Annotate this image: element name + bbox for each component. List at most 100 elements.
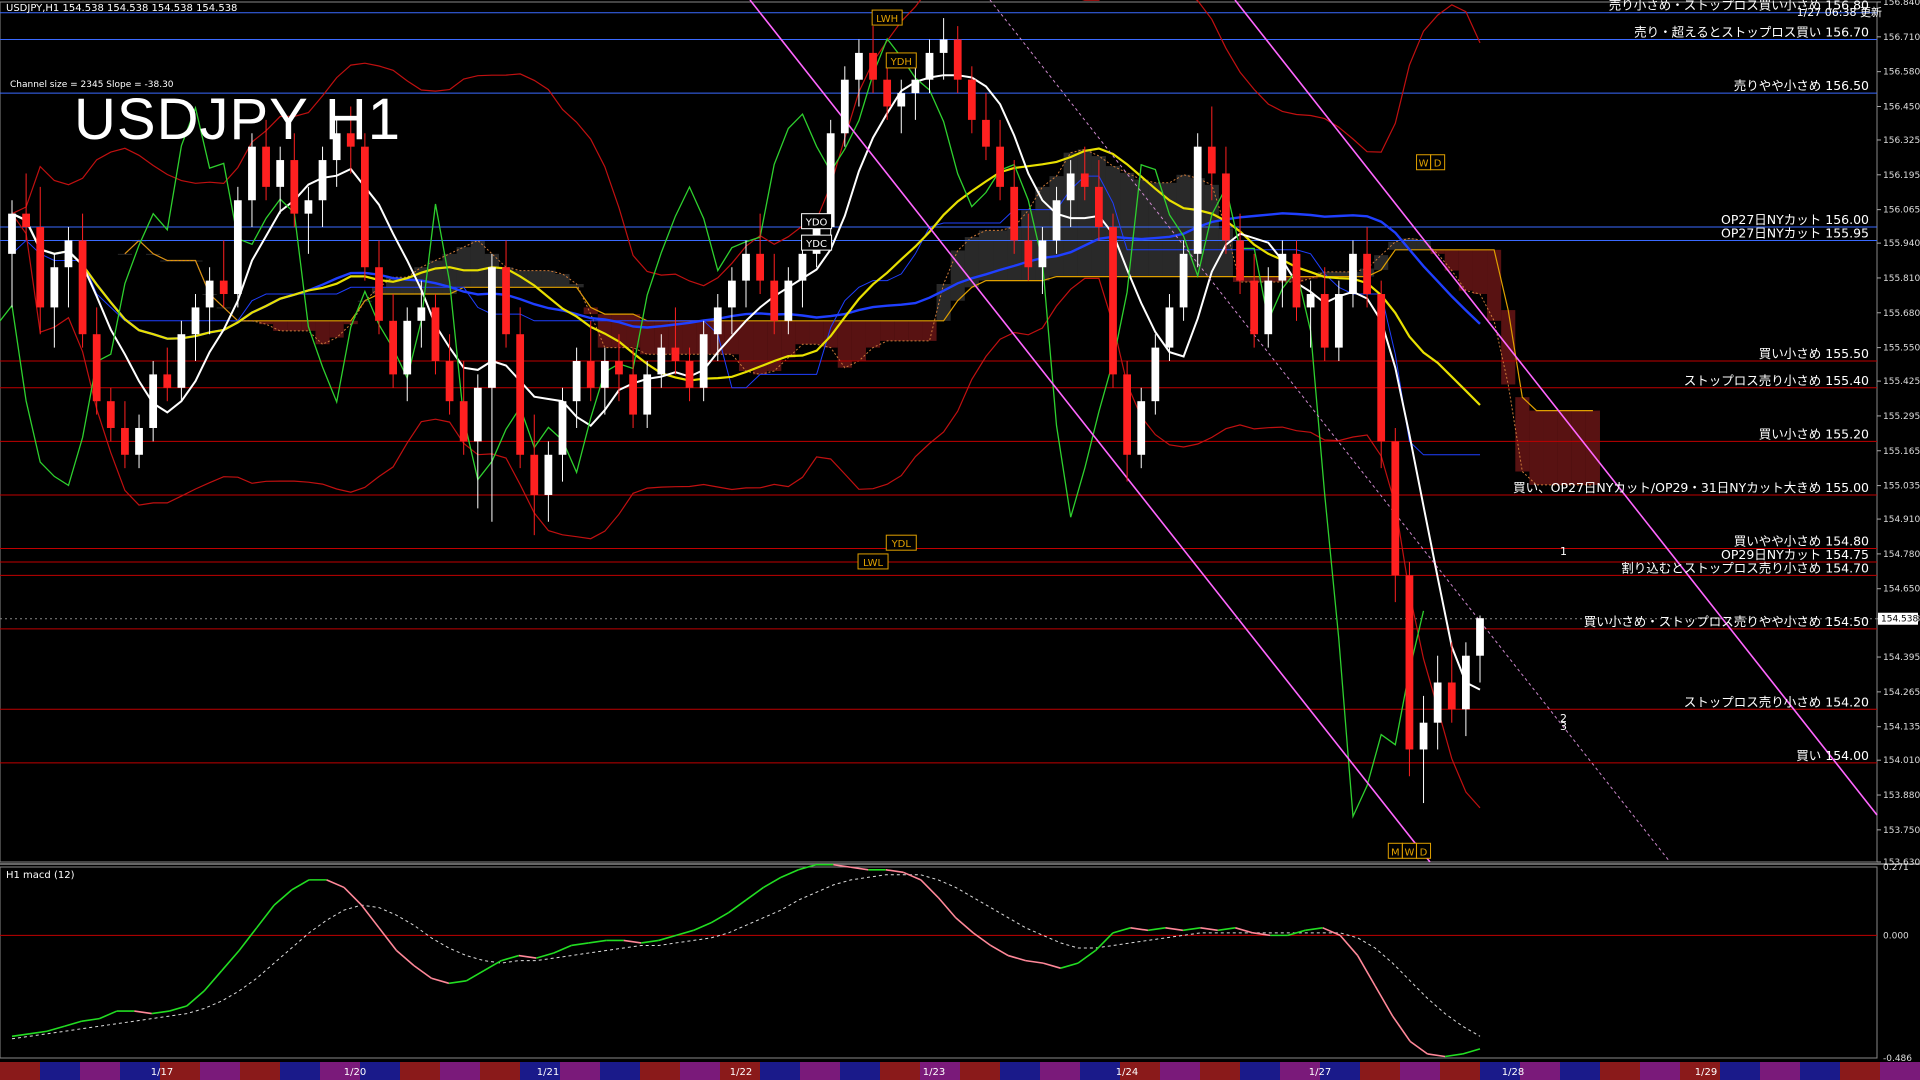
- price-tick-label: 155.940: [1883, 239, 1920, 249]
- candle-body: [826, 133, 835, 228]
- marker-label: LWH: [876, 14, 898, 25]
- session-strip: [280, 1062, 320, 1080]
- projection-label: 1: [1560, 545, 1567, 558]
- candle-body: [1123, 374, 1131, 455]
- candle-body: [629, 374, 637, 415]
- candle-body: [756, 253, 764, 281]
- cloud-segment: [880, 320, 895, 341]
- session-strip: [1840, 1062, 1880, 1080]
- cloud-segment: [1571, 410, 1586, 485]
- marker-label: YDC: [805, 239, 827, 250]
- session-strip: [1800, 1062, 1840, 1080]
- candle-body: [149, 374, 158, 428]
- candle-body: [1095, 186, 1103, 228]
- level-label: 売り・超えるとストップロス買い 156.70: [1634, 25, 1869, 40]
- price-tick-label: 156.840: [1883, 0, 1920, 8]
- cloud-segment: [315, 320, 330, 345]
- date-label: 1/21: [537, 1067, 559, 1078]
- candle-body: [897, 93, 906, 107]
- level-label: 買い、OP27日NYカット/OP29・31日NYカット大きめ 155.00: [1513, 480, 1869, 495]
- marker-label: W: [1419, 159, 1429, 170]
- candle-body: [1320, 294, 1329, 348]
- candle-body: [1222, 173, 1230, 241]
- candle-body: [290, 160, 299, 214]
- candle-body: [1024, 240, 1033, 268]
- session-strip: [240, 1062, 280, 1080]
- candle-body: [318, 160, 327, 201]
- candle-body: [770, 280, 779, 321]
- session-strip: [1400, 1062, 1440, 1080]
- candle-body: [191, 307, 200, 335]
- level-label: 買い小さめ・ストップロス売りやや小さめ 154.50: [1584, 614, 1869, 629]
- candle-body: [643, 374, 652, 415]
- candle-body: [530, 454, 539, 495]
- price-tick-label: 156.195: [1883, 171, 1920, 181]
- session-strip: [1600, 1062, 1640, 1080]
- candle-body: [50, 267, 59, 308]
- date-axis: 1/17 1/20 1/21 1/22 1/23 1/24 1/27 1/28 1/29: [0, 1062, 1920, 1080]
- date-label: 1/20: [344, 1067, 366, 1078]
- candle-body: [403, 320, 412, 375]
- session-strip: [480, 1062, 520, 1080]
- candle-body: [586, 361, 595, 388]
- marker-label: YDH: [890, 57, 912, 68]
- price-tick-label: 154.010: [1883, 756, 1920, 766]
- candle-body: [544, 454, 553, 495]
- candle-body: [572, 361, 581, 402]
- candle-body: [219, 280, 228, 295]
- cloud-segment: [865, 320, 881, 348]
- cloud-segment: [1543, 410, 1558, 485]
- date-label: 1/24: [1116, 1067, 1138, 1078]
- level-label: 売りやや小さめ 156.50: [1734, 78, 1869, 93]
- session-strip: [1000, 1062, 1040, 1080]
- cloud-segment: [1529, 410, 1544, 485]
- candle-body: [502, 267, 510, 335]
- candle-body: [163, 374, 172, 388]
- cloud-segment: [908, 320, 923, 341]
- updated-timestamp: 1/27 06:38 更新: [1796, 6, 1882, 19]
- candle-body: [713, 307, 722, 335]
- cloud-segment: [117, 253, 132, 255]
- cloud-segment: [470, 240, 485, 288]
- price-tick-label: 155.165: [1883, 447, 1920, 457]
- candle-body: [728, 280, 736, 308]
- price-tick-label: 154.910: [1883, 515, 1920, 525]
- candle-body: [417, 307, 426, 321]
- session-strip: [1240, 1062, 1280, 1080]
- price-tick-label: 154.135: [1883, 723, 1920, 733]
- session-strip: [600, 1062, 640, 1080]
- candle-body: [742, 253, 750, 281]
- candle-body: [1250, 280, 1259, 335]
- ohlc-readout: USDJPY,H1 154.538 154.538 154.538 154.53…: [6, 3, 238, 14]
- session-strip: [1360, 1062, 1400, 1080]
- price-tick-label: 155.425: [1883, 377, 1920, 387]
- cloud-segment: [1134, 179, 1149, 277]
- candle-body: [36, 227, 45, 308]
- chart-canvas[interactable]: LWHYDHYDOYDCYDLLWLW DM W D123 156.840156.71…: [0, 0, 1920, 1080]
- candle-body: [1292, 253, 1301, 308]
- session-strip: [1720, 1062, 1760, 1080]
- candle-body: [558, 401, 567, 455]
- date-label: 1/27: [1309, 1067, 1331, 1078]
- candle-body: [855, 52, 863, 80]
- candle-body: [784, 280, 793, 321]
- price-tick-label: 156.580: [1883, 68, 1920, 78]
- candle-body: [106, 401, 115, 428]
- date-label: 1/17: [151, 1067, 173, 1078]
- candle-body: [953, 39, 962, 80]
- session-strip: [1200, 1062, 1240, 1080]
- cloud-segment: [851, 320, 866, 362]
- candle-body: [1377, 294, 1386, 442]
- session-strip: [960, 1062, 1000, 1080]
- candle-body: [1207, 146, 1216, 174]
- cloud-segment: [1331, 271, 1346, 277]
- candle-body: [1038, 240, 1047, 268]
- cloud-segment: [273, 320, 288, 331]
- cloud-segment: [1557, 410, 1572, 485]
- session-strip: [560, 1062, 600, 1080]
- session-strip: [640, 1062, 680, 1080]
- level-label: 買い 154.00: [1796, 748, 1869, 763]
- candle-body: [233, 200, 242, 295]
- cloud-segment: [287, 320, 302, 331]
- cloud-segment: [1515, 397, 1530, 472]
